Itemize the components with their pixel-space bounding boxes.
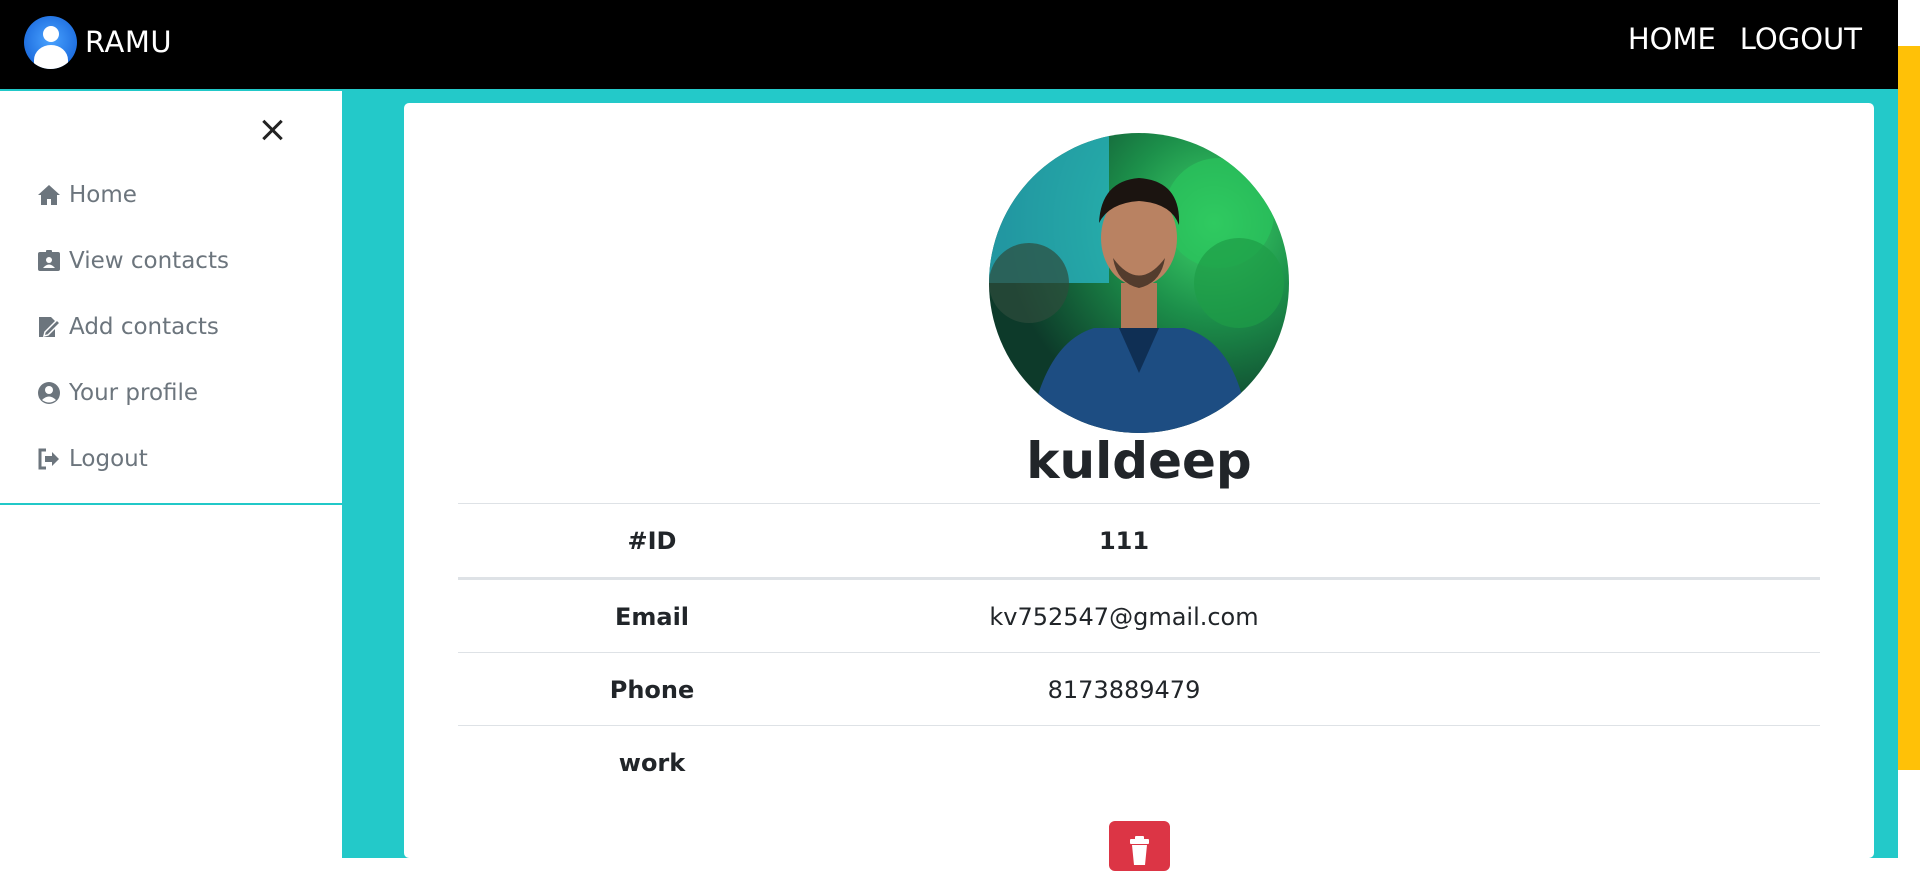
nav-logout-link[interactable]: LOGOUT [1740,22,1862,56]
sidebar-item-label: Your profile [69,380,199,406]
sidebar-item-logout[interactable]: Logout [36,439,148,479]
brand-name: RAMU [85,25,173,59]
sidebar-item-label: Logout [69,446,148,472]
home-icon [38,185,60,205]
sidebar-bottom-divider [0,503,342,505]
detail-label: #ID [627,526,677,555]
detail-row-phone: Phone 8173889479 [458,652,1820,726]
edit-icon [39,317,62,338]
sidebar-top-divider [0,89,342,91]
sidebar-item-label: View contacts [69,248,229,274]
sidebar-item-your-profile[interactable]: Your profile [36,373,198,413]
scroll-accent-bar[interactable] [1898,46,1920,770]
profile-photo [989,133,1289,433]
top-navbar: RAMU HOME LOGOUT [0,0,1898,89]
sidebar-item-home[interactable]: Home [36,175,137,215]
detail-label: Phone [609,675,695,704]
detail-label: work [618,748,686,777]
detail-row-work: work [458,725,1820,799]
detail-row-email: Email kv752547@gmail.com [458,579,1820,653]
detail-row-id: #ID 111 [458,503,1820,579]
detail-value: kv752547@gmail.com [989,602,1259,631]
detail-value: 8173889479 [1047,675,1201,704]
sidebar-item-view-contacts[interactable]: View contacts [36,241,229,281]
profile-name: kuldeep [1026,432,1252,490]
delete-contact-button[interactable] [1109,821,1170,871]
sidebar-item-label: Home [69,182,137,208]
detail-value: 111 [1098,526,1150,555]
detail-label: Email [614,602,690,631]
user-circle-icon [38,382,60,404]
detail-value [846,726,1402,799]
brand[interactable]: RAMU [24,15,172,69]
sidebar-item-label: Add contacts [69,314,219,340]
sidebar-item-add-contacts[interactable]: Add contacts [36,307,219,347]
sidebar: Home View contacts Add contacts Your pro… [0,89,342,858]
brand-avatar-icon [24,15,77,69]
id-badge-icon [38,250,60,271]
nav-home-link[interactable]: HOME [1628,22,1716,56]
close-icon[interactable] [258,115,288,145]
trash-icon [1130,836,1149,865]
nav-links: HOME LOGOUT [1628,22,1862,56]
sign-out-icon [38,448,59,470]
